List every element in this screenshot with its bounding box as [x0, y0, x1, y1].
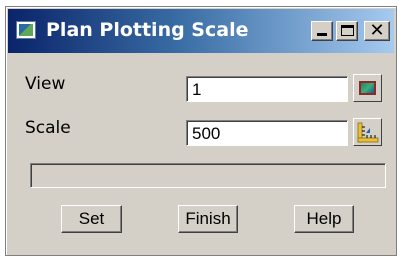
finish-button[interactable]: Finish — [178, 205, 238, 233]
app-icon — [16, 21, 36, 39]
view-label: View — [25, 74, 66, 94]
help-button[interactable]: Help — [294, 205, 354, 233]
view-picker-button[interactable] — [353, 74, 382, 102]
close-button[interactable]: ✕ — [364, 20, 390, 41]
window-title: Plan Plotting Scale — [46, 19, 249, 41]
minimize-icon — [317, 33, 327, 36]
maximize-button[interactable] — [336, 21, 358, 41]
maximize-icon — [341, 25, 354, 36]
scale-input[interactable]: 500 — [186, 120, 348, 146]
set-button[interactable]: Set — [61, 205, 122, 233]
scale-label: Scale — [25, 118, 71, 138]
title-bar[interactable]: Plan Plotting Scale ✕ — [8, 9, 394, 53]
progress-bar — [30, 163, 386, 188]
scale-picker-button[interactable] — [353, 118, 382, 146]
minimize-button[interactable] — [311, 21, 333, 41]
view-input[interactable]: 1 — [186, 76, 348, 102]
scale-picker-icon — [357, 122, 379, 143]
close-icon: ✕ — [369, 20, 385, 41]
view-picker-icon — [359, 81, 376, 95]
plan-plotting-scale-dialog: Plan Plotting Scale ✕ View 1 Scale 500 S… — [5, 6, 397, 256]
